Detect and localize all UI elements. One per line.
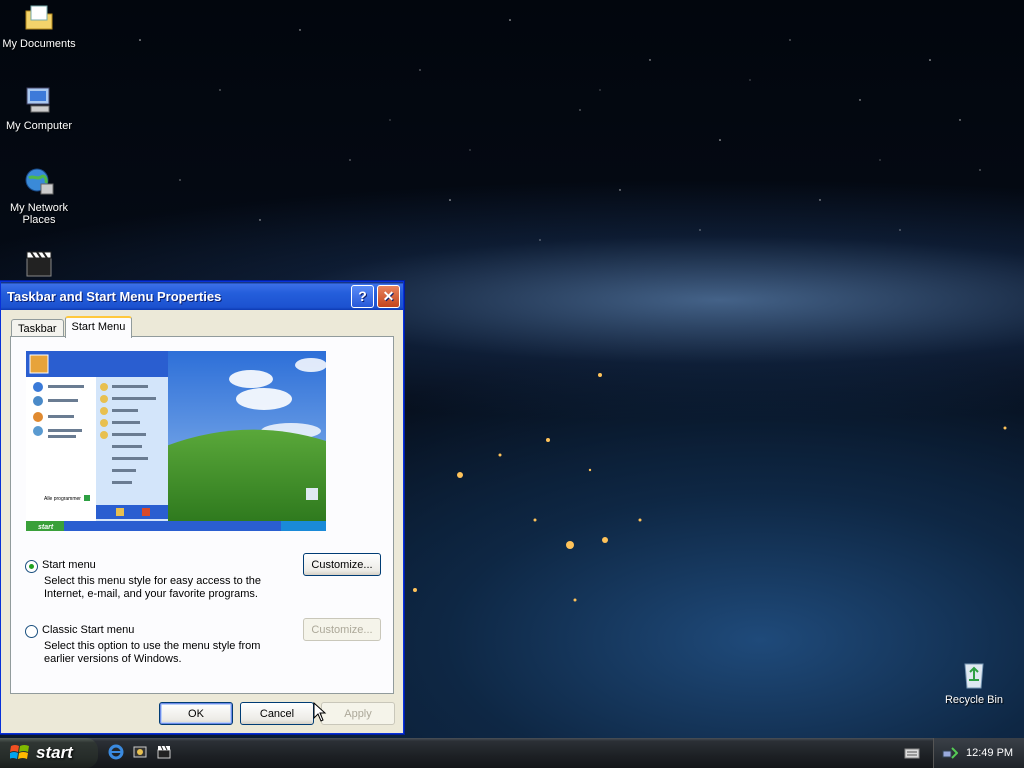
radio-classic-start-menu[interactable]: Classic Start menu	[25, 624, 134, 638]
network-status-icon[interactable]	[942, 745, 958, 761]
folder-icon	[23, 2, 55, 34]
radio-classic-start-menu-label: Classic Start menu	[42, 624, 135, 636]
clapperboard-shortcut-icon[interactable]	[156, 744, 172, 760]
clapperboard-icon	[23, 248, 55, 280]
ok-button[interactable]: OK	[159, 702, 233, 725]
quick-launch	[108, 744, 172, 760]
desktop-icon-recycle-bin[interactable]: Recycle Bin	[936, 658, 1012, 706]
recycle-bin-icon	[958, 658, 990, 690]
preview-start-label: start	[38, 524, 54, 531]
radio-start-menu-label: Start menu	[42, 559, 96, 571]
desktop-icon-label: My Documents	[2, 38, 76, 50]
start-button[interactable]: start	[0, 738, 98, 768]
dialog-titlebar[interactable]: Taskbar and Start Menu Properties ? ✕	[1, 282, 403, 310]
start-menu-description: Select this menu style for easy access t…	[44, 575, 262, 600]
network-globe-icon	[23, 166, 55, 198]
media-player-icon[interactable]	[132, 744, 148, 760]
tab-panel-start-menu: Alle programmer start Start menu Select …	[10, 336, 394, 694]
start-menu-preview: Alle programmer start	[26, 351, 326, 531]
cancel-button[interactable]: Cancel	[240, 702, 314, 725]
clock[interactable]: 12:49 PM	[966, 747, 1013, 759]
keyboard-icon[interactable]	[904, 747, 920, 759]
customize-classic-start-menu-button[interactable]: Customize...	[303, 618, 381, 641]
desktop-icon-label: Recycle Bin	[944, 694, 1004, 706]
preview-illustration: Alle programmer start	[26, 351, 326, 531]
taskbar-start-menu-properties-dialog: Taskbar and Start Menu Properties ? ✕ Ta…	[0, 281, 404, 734]
taskbar: start 12:49 PM	[0, 738, 1024, 768]
help-icon: ?	[358, 288, 367, 304]
apply-button[interactable]: Apply	[321, 702, 395, 725]
radio-start-menu[interactable]: Start menu	[25, 559, 96, 573]
close-button[interactable]: ✕	[377, 284, 400, 308]
desktop-icon-label: My Network Places	[9, 202, 69, 226]
classic-start-menu-description: Select this option to use the menu style…	[44, 640, 261, 665]
dialog-tabs: Taskbar Start Menu	[11, 316, 133, 338]
radio-start-menu-circle[interactable]	[25, 560, 38, 573]
desktop-icon-media-shortcut[interactable]	[1, 248, 77, 284]
system-tray: 12:49 PM	[933, 738, 1024, 768]
internet-explorer-icon[interactable]	[108, 744, 124, 760]
start-label: start	[36, 743, 73, 762]
preview-all-programs: Alle programmer	[44, 496, 81, 502]
desktop-icon-my-documents[interactable]: My Documents	[1, 2, 77, 50]
tab-start-menu[interactable]: Start Menu	[64, 316, 133, 338]
customize-start-menu-button[interactable]: Customize...	[303, 553, 381, 576]
mouse-cursor-icon	[313, 702, 327, 722]
close-icon: ✕	[382, 287, 395, 304]
help-button[interactable]: ?	[351, 284, 374, 308]
desktop-icon-my-computer[interactable]: My Computer	[1, 84, 77, 132]
radio-classic-start-menu-circle[interactable]	[25, 625, 38, 638]
desktop-icon-label: My Computer	[5, 120, 73, 132]
desktop-icon-my-network-places[interactable]: My Network Places	[1, 166, 77, 226]
windows-logo-icon	[10, 744, 30, 762]
computer-icon	[23, 84, 55, 116]
dialog-title: Taskbar and Start Menu Properties	[7, 288, 222, 304]
